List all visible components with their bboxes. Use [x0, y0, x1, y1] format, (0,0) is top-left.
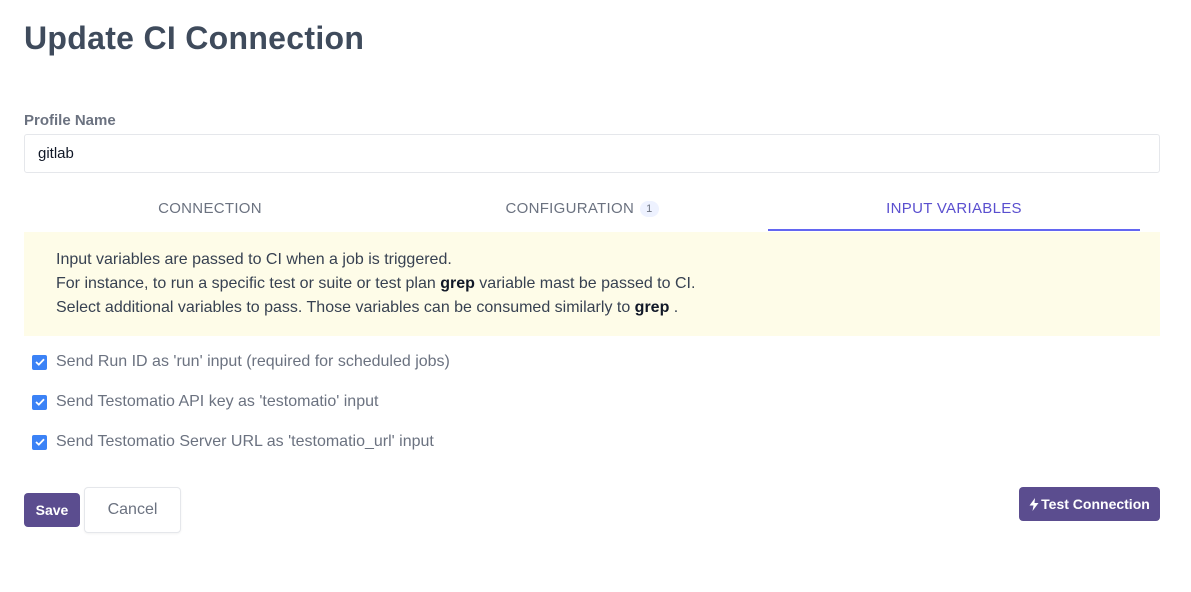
checkbox-api-key[interactable] [32, 394, 47, 410]
input-variables-info-box: Input variables are passed to CI when a … [24, 232, 1160, 336]
info-line-1: Input variables are passed to CI when a … [56, 251, 452, 268]
profile-name-label: Profile Name [24, 112, 116, 129]
test-connection-label: Test Connection [1041, 496, 1150, 512]
tab-bar: CONNECTION CONFIGURATION 1 INPUT VARIABL… [24, 188, 1140, 231]
tab-connection[interactable]: CONNECTION [24, 188, 396, 231]
tab-connection-label: CONNECTION [158, 200, 262, 217]
checkmark-icon [34, 398, 45, 406]
tab-input-variables[interactable]: INPUT VARIABLES [768, 188, 1140, 231]
cancel-button[interactable]: Cancel [84, 487, 181, 533]
option-server-url-label: Send Testomatio Server URL as 'testomati… [56, 433, 434, 450]
tab-configuration-count-badge: 1 [640, 200, 659, 217]
page-title: Update CI Connection [24, 20, 365, 56]
option-api-key[interactable]: Send Testomatio API key as 'testomatio' … [32, 393, 378, 411]
test-connection-button[interactable]: Test Connection [1019, 487, 1160, 521]
option-server-url[interactable]: Send Testomatio Server URL as 'testomati… [32, 433, 434, 451]
tab-configuration-label: CONFIGURATION [505, 200, 635, 217]
checkbox-server-url[interactable] [32, 434, 47, 450]
option-api-key-label: Send Testomatio API key as 'testomatio' … [56, 393, 379, 410]
checkmark-icon [34, 358, 45, 366]
info-line-2: For instance, to run a specific test or … [56, 275, 696, 292]
grep-keyword: grep [440, 275, 475, 292]
info-line-3: Select additional variables to pass. Tho… [56, 299, 679, 316]
tab-configuration[interactable]: CONFIGURATION 1 [396, 188, 768, 231]
grep-keyword: grep [634, 299, 670, 316]
checkbox-run-id[interactable] [32, 354, 47, 370]
option-run-id[interactable]: Send Run ID as 'run' input (required for… [32, 353, 450, 371]
option-run-id-label: Send Run ID as 'run' input (required for… [56, 353, 450, 370]
checkmark-icon [34, 438, 45, 446]
tab-input-variables-label: INPUT VARIABLES [886, 200, 1022, 217]
save-button[interactable]: Save [24, 493, 80, 527]
profile-name-input[interactable] [24, 134, 1160, 173]
lightning-bolt-icon [1029, 497, 1039, 511]
